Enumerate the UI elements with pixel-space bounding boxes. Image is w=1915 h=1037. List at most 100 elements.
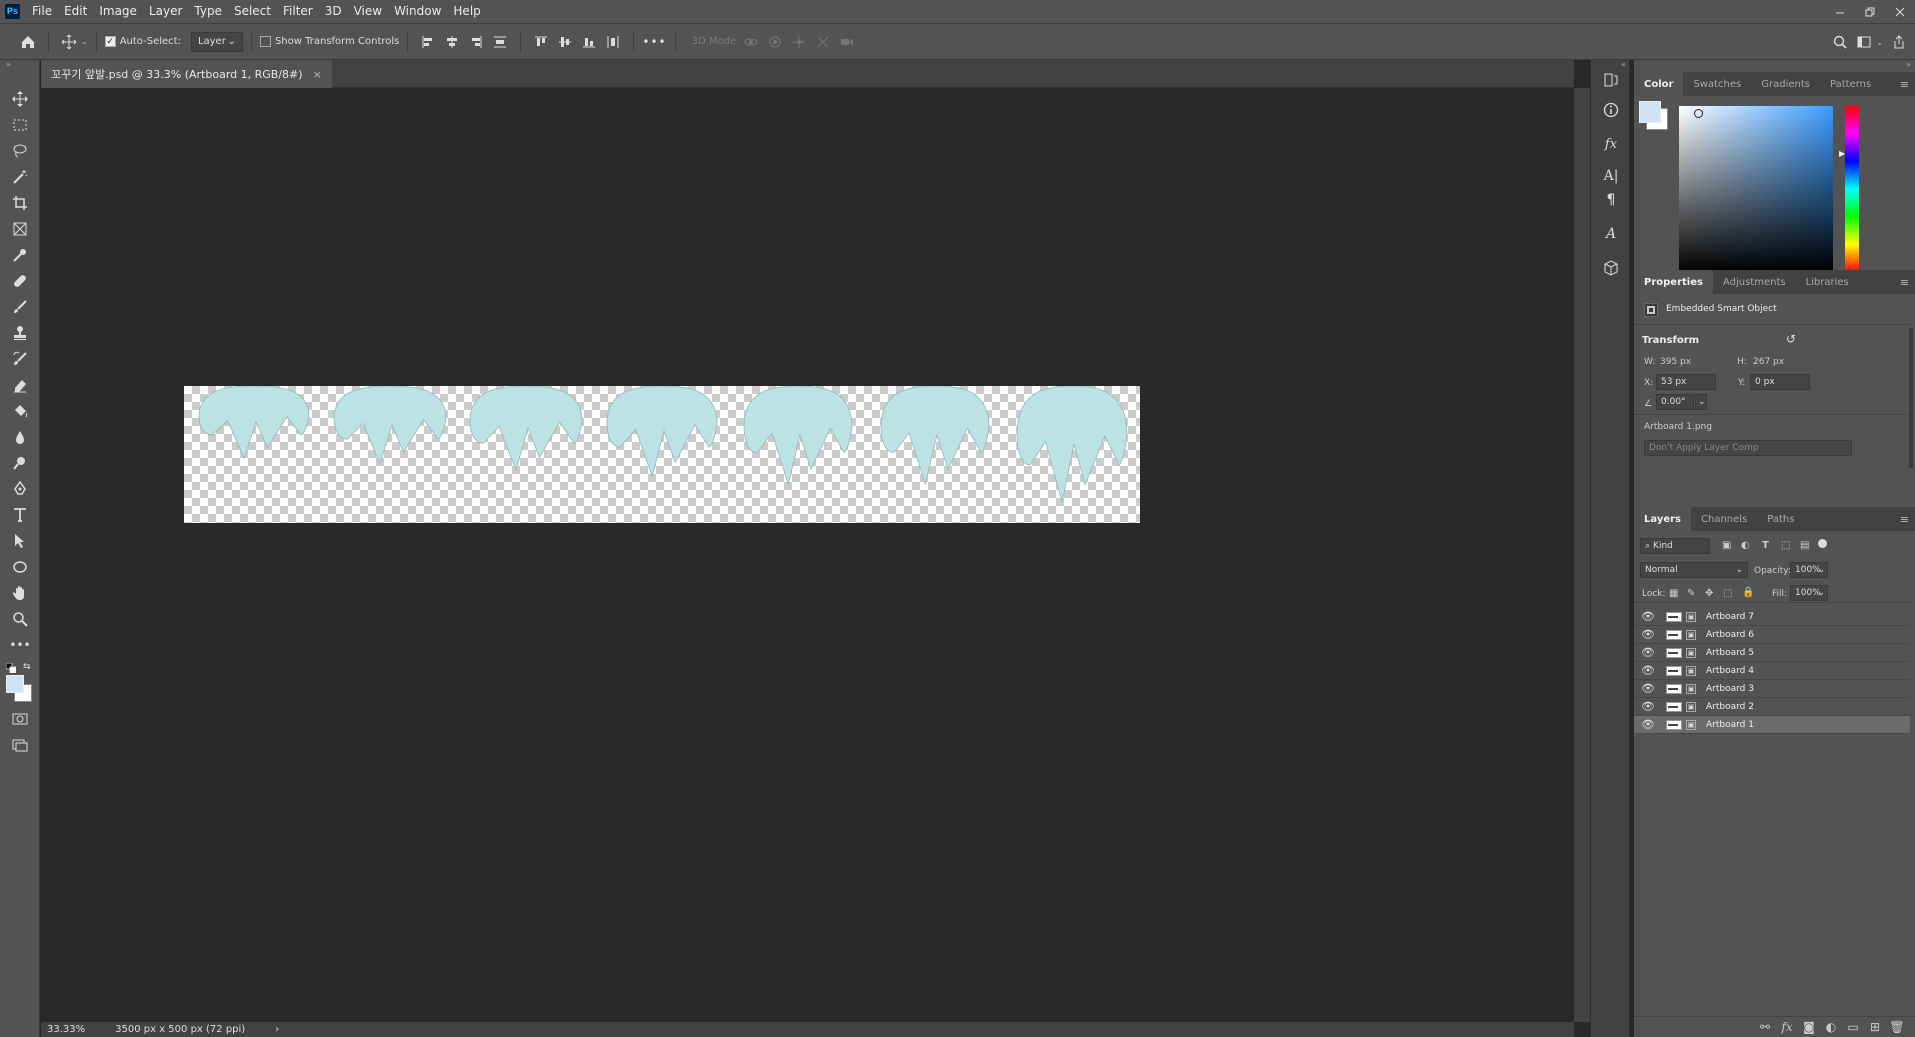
add-mask-icon[interactable]: ◙ [1799,1020,1819,1034]
zoom-tool-icon[interactable] [8,608,32,630]
layer-row[interactable]: 👁 ▣ Artboard 7 [1634,608,1910,626]
menu-type[interactable]: Type [188,0,228,23]
adjustment-layer-icon[interactable]: ◐ [1821,1020,1841,1034]
align-top-icon[interactable] [529,30,553,54]
distribute-vertical-icon[interactable] [488,30,512,54]
width-value[interactable]: 395 px [1660,357,1691,367]
clone-stamp-tool-icon[interactable] [8,322,32,344]
glyphs-panel-icon[interactable]: A [1599,222,1623,246]
show-transform-controls-checkbox[interactable] [259,36,271,47]
opacity-input[interactable]: 100% ⌄ [1790,562,1828,578]
path-selection-tool-icon[interactable] [8,530,32,552]
status-menu-arrow[interactable]: › [275,1024,279,1035]
swap-colors-icon[interactable]: ⇆ [23,662,31,672]
search-icon[interactable] [1828,30,1852,54]
close-window-icon[interactable] [1885,0,1915,23]
fill-input[interactable]: 100% ⌄ [1790,585,1828,601]
visibility-eye-icon[interactable]: 👁 [1638,664,1658,677]
menu-layer[interactable]: Layer [143,0,188,23]
align-left-icon[interactable] [416,30,440,54]
menu-file[interactable]: File [26,0,58,23]
dodge-tool-icon[interactable] [8,452,32,474]
lock-transparent-icon[interactable]: ▦ [1669,588,1678,599]
paint-bucket-tool-icon[interactable] [8,400,32,422]
visibility-eye-icon[interactable]: 👁 [1638,718,1658,731]
history-brush-tool-icon[interactable] [8,348,32,370]
menu-select[interactable]: Select [228,0,277,23]
filter-type-icon[interactable]: T [1762,540,1769,551]
3d-slide-icon[interactable] [811,30,835,54]
minimize-icon[interactable] [1825,0,1855,23]
menu-window[interactable]: Window [388,0,447,23]
menu-3d[interactable]: 3D [319,0,348,23]
height-value[interactable]: 267 px [1753,357,1784,367]
visibility-eye-icon[interactable]: 👁 [1638,700,1658,713]
paragraph-panel-icon[interactable]: ¶ [1599,188,1623,212]
quick-mask-icon[interactable] [8,708,32,730]
eraser-tool-icon[interactable] [8,374,32,396]
menu-view[interactable]: View [348,0,388,23]
hue-slider-handle[interactable]: ▶ [1839,149,1845,158]
x-position-input[interactable]: 53 px [1656,374,1716,390]
chevron-down-icon[interactable]: ⌄ [1876,38,1883,47]
edit-toolbar-icon[interactable]: ••• [8,634,32,656]
artboard[interactable] [184,385,1140,523]
zoom-level[interactable]: 33.33% [47,1024,85,1035]
visibility-eye-icon[interactable]: 👁 [1638,628,1658,641]
styles-fx-icon[interactable]: fx [1599,132,1623,156]
auto-select-target-dropdown[interactable]: Layer ⌄ [190,31,243,52]
workspace-icon[interactable] [1852,30,1876,54]
lock-position-icon[interactable]: ✥ [1705,588,1713,599]
restore-icon[interactable] [1855,0,1885,23]
tab-properties[interactable]: Properties [1634,270,1713,294]
tab-patterns[interactable]: Patterns [1820,72,1881,96]
angle-dropdown[interactable]: ⌄ [1695,394,1707,410]
lock-all-icon[interactable]: 🔒 [1742,587,1754,598]
delete-layer-icon[interactable]: 🗑 [1887,1020,1907,1034]
3d-pan-icon[interactable] [787,30,811,54]
color-picker-cursor[interactable] [1694,109,1703,118]
visibility-eye-icon[interactable]: 👁 [1638,646,1658,659]
lasso-tool-icon[interactable] [8,140,32,162]
chevron-down-icon[interactable]: ⌄ [81,37,88,46]
new-group-icon[interactable]: ▭ [1843,1020,1863,1034]
layer-comp-dropdown[interactable]: Don't Apply Layer Comp [1644,440,1852,456]
align-bottom-icon[interactable] [577,30,601,54]
link-layers-icon[interactable]: ⚯ [1755,1020,1775,1034]
align-center-icon[interactable] [440,30,464,54]
menu-help[interactable]: Help [447,0,486,23]
type-tool-icon[interactable] [8,504,32,526]
new-layer-icon[interactable]: ⊞ [1865,1020,1885,1034]
info-panel-icon[interactable] [1599,98,1623,122]
character-panel-icon[interactable]: A| [1599,164,1623,188]
filter-smart-object-icon[interactable]: ▤ [1800,540,1809,551]
filter-adjustment-icon[interactable]: ◐ [1741,540,1750,551]
align-middle-icon[interactable] [553,30,577,54]
layer-row[interactable]: 👁 ▣ Artboard 3 [1634,680,1910,698]
layer-row[interactable]: 👁 ▣ Artboard 2 [1634,698,1910,716]
default-colors-icon[interactable] [5,662,17,674]
healing-brush-tool-icon[interactable] [8,270,32,292]
marquee-tool-icon[interactable] [8,114,32,136]
distribute-horizontal-icon[interactable] [601,30,625,54]
ellipse-tool-icon[interactable] [8,556,32,578]
crop-tool-icon[interactable] [8,192,32,214]
magic-wand-tool-icon[interactable] [8,166,32,188]
y-position-input[interactable]: 0 px [1750,374,1810,390]
screen-mode-icon[interactable] [8,734,32,756]
frame-tool-icon[interactable] [8,218,32,240]
3d-roll-icon[interactable] [763,30,787,54]
panel-menu-icon[interactable]: ≡ [1900,513,1909,526]
collapse-panels-icon[interactable]: » [1906,60,1911,69]
eyedropper-tool-icon[interactable] [8,244,32,266]
angle-input[interactable]: 0.00° [1656,394,1694,410]
tab-paths[interactable]: Paths [1757,507,1804,531]
history-panel-icon[interactable] [1599,68,1623,92]
more-options-button[interactable]: ••• [642,35,666,49]
move-tool-icon[interactable] [8,88,32,110]
visibility-eye-icon[interactable]: 👁 [1638,610,1658,623]
lock-pixels-icon[interactable]: ✎ [1687,588,1695,599]
pen-tool-icon[interactable] [8,478,32,500]
tab-libraries[interactable]: Libraries [1796,270,1859,294]
menu-image[interactable]: Image [93,0,143,23]
